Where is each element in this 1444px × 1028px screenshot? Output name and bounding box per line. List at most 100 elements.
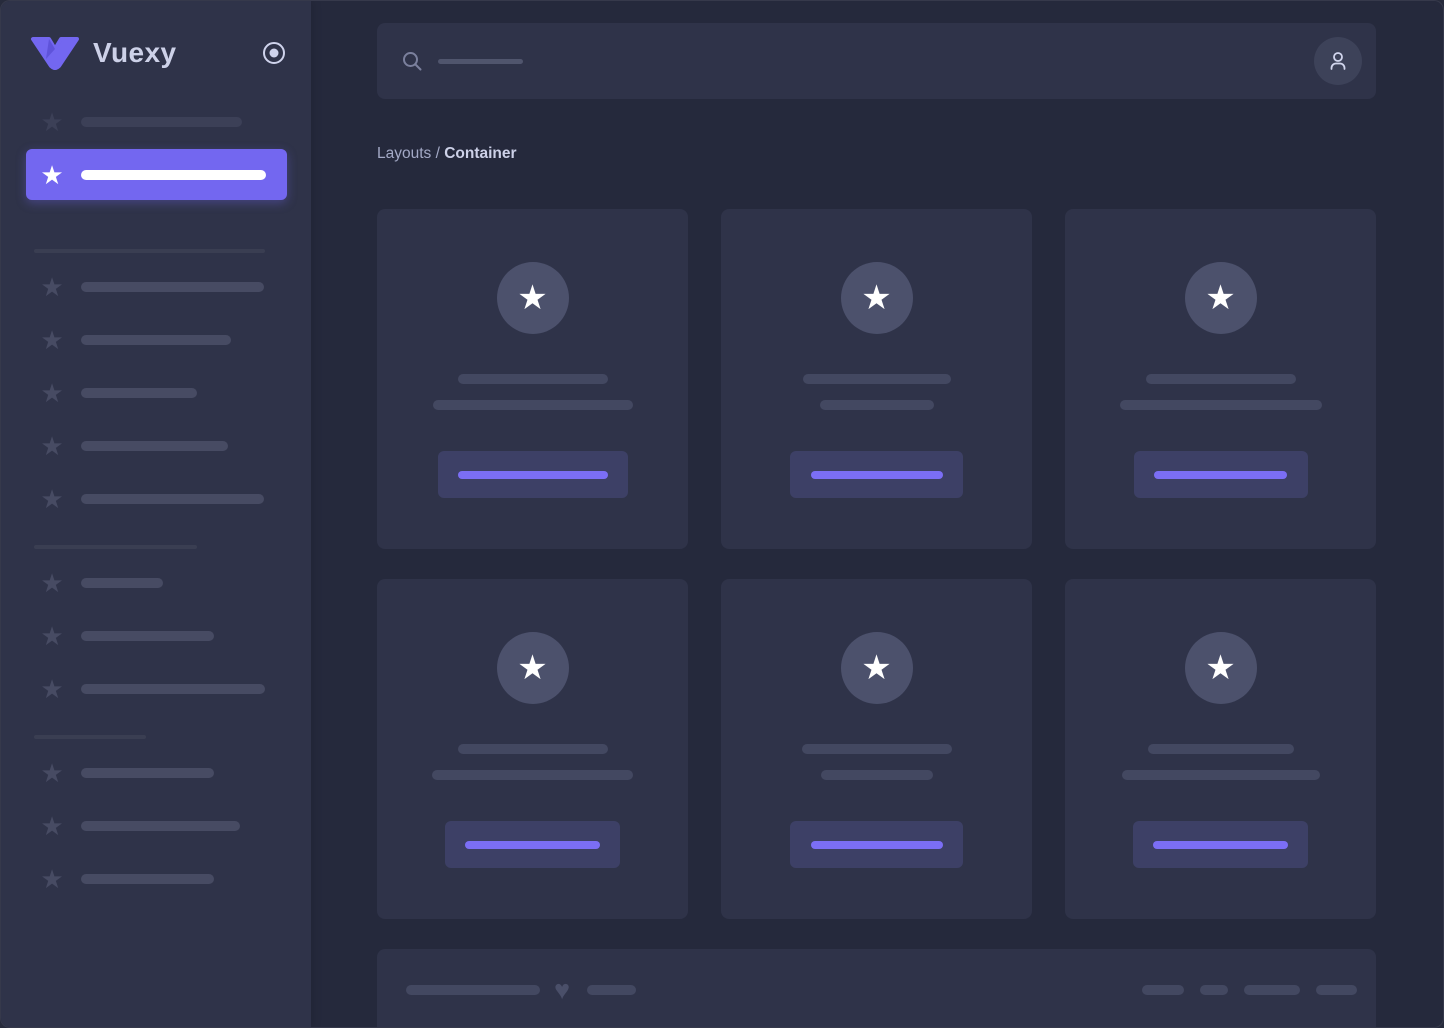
footer-links — [1142, 985, 1357, 995]
breadcrumb: Layouts / Container — [377, 145, 1376, 165]
button-label-skeleton — [465, 840, 600, 849]
feature-card: ★ — [377, 209, 688, 549]
skeleton-text — [81, 388, 197, 398]
person-icon — [1330, 52, 1346, 70]
skeleton-line — [1119, 400, 1322, 410]
skeleton-text — [1142, 985, 1184, 995]
search-placeholder-skeleton — [438, 58, 523, 64]
card-action-button[interactable] — [1133, 451, 1308, 498]
star-icon: ★ — [517, 279, 548, 317]
skeleton-text — [1316, 985, 1357, 995]
feature-card: ★ — [721, 579, 1032, 919]
breadcrumb-parent[interactable]: Layouts — [377, 145, 431, 162]
card-grid: ★ ★ ★ ★ ★ ★ — [377, 209, 1376, 919]
skeleton-text — [81, 631, 214, 641]
star-icon: ★ — [40, 325, 64, 355]
sidebar-nav: ★ ★ ★ ★ ★ ★ ★ ★ ★ ★ ★ ★ ★ — [1, 109, 311, 892]
skeleton-text — [587, 985, 637, 995]
star-icon: ★ — [1205, 279, 1236, 317]
star-icon: ★ — [861, 279, 892, 317]
star-icon: ★ — [40, 159, 64, 190]
heart-icon[interactable]: ♥ — [554, 976, 570, 1004]
card-avatar: ★ — [496, 262, 569, 334]
skeleton-text — [81, 169, 266, 180]
nav-section-label-skeleton — [34, 545, 197, 549]
button-label-skeleton — [1154, 470, 1287, 479]
card-action-button[interactable] — [1133, 821, 1308, 868]
sidebar-item[interactable]: ★ — [1, 570, 311, 596]
skeleton-text — [81, 768, 214, 778]
breadcrumb-current: Container — [444, 145, 517, 162]
card-action-button[interactable] — [790, 821, 963, 868]
skeleton-text — [81, 441, 228, 451]
button-label-skeleton — [810, 840, 943, 849]
sidebar-item[interactable]: ★ — [1, 676, 311, 702]
star-icon: ★ — [40, 621, 64, 651]
sidebar-item[interactable]: ★ — [1, 380, 311, 406]
sidebar-item[interactable]: ★ — [1, 760, 311, 786]
sidebar-item[interactable]: ★ — [1, 486, 311, 512]
skeleton-text — [81, 684, 265, 694]
star-icon: ★ — [40, 431, 64, 461]
radio-circle-icon[interactable] — [261, 40, 287, 66]
card-avatar: ★ — [1184, 262, 1257, 334]
skeleton-line — [457, 374, 608, 384]
feature-card: ★ — [1065, 209, 1376, 549]
search-icon — [403, 52, 422, 71]
logo-row: Vuexy — [29, 31, 287, 75]
button-label-skeleton — [1153, 840, 1288, 849]
feature-card: ★ — [1065, 579, 1376, 919]
sidebar: Vuexy ★ ★ ★ ★ ★ ★ ★ ★ ★ ★ ★ ★ ★ — [1, 1, 311, 1027]
star-icon: ★ — [1205, 649, 1236, 687]
skeleton-text — [1200, 985, 1228, 995]
skeleton-text — [81, 335, 231, 345]
search-bar[interactable] — [377, 23, 1376, 99]
star-icon: ★ — [40, 811, 64, 841]
feature-card: ★ — [377, 579, 688, 919]
card-avatar: ★ — [840, 632, 913, 704]
skeleton-line — [801, 744, 952, 754]
sidebar-item[interactable]: ★ — [1, 274, 311, 300]
skeleton-line — [819, 400, 934, 410]
sidebar-item[interactable]: ★ — [1, 327, 311, 353]
card-avatar: ★ — [1184, 632, 1257, 704]
sidebar-item[interactable]: ★ — [1, 109, 311, 135]
sidebar-item[interactable]: ★ — [1, 433, 311, 459]
card-action-button[interactable] — [445, 821, 620, 868]
bottom-card: ♥ — [377, 949, 1376, 1027]
skeleton-line — [802, 374, 951, 384]
feature-card: ★ — [721, 209, 1032, 549]
skeleton-text — [406, 985, 540, 995]
main-content: Layouts / Container ★ ★ ★ ★ ★ ★ ♥ — [311, 1, 1443, 1027]
nav-section-label-skeleton — [34, 249, 265, 253]
skeleton-line — [820, 770, 933, 780]
card-avatar: ★ — [840, 262, 913, 334]
star-icon: ★ — [40, 378, 64, 408]
star-icon: ★ — [40, 568, 64, 598]
card-action-button[interactable] — [790, 451, 963, 498]
app-window: Vuexy ★ ★ ★ ★ ★ ★ ★ ★ ★ ★ ★ ★ ★ Layouts / Contai — [0, 0, 1444, 1028]
card-action-button[interactable] — [437, 451, 628, 498]
user-avatar-button[interactable] — [1314, 37, 1362, 85]
button-label-skeleton — [810, 470, 943, 479]
star-icon: ★ — [40, 674, 64, 704]
skeleton-line — [432, 400, 633, 410]
star-icon: ★ — [861, 649, 892, 687]
skeleton-line — [1147, 744, 1294, 754]
skeleton-text — [81, 578, 163, 588]
sidebar-item[interactable]: ★ — [1, 623, 311, 649]
vuexy-v-icon — [31, 37, 79, 70]
skeleton-text — [81, 494, 264, 504]
app-logo-text: Vuexy — [93, 37, 177, 68]
nav-section-label-skeleton — [34, 735, 146, 739]
skeleton-text — [81, 117, 242, 127]
sidebar-item[interactable]: ★ — [1, 813, 311, 839]
sidebar-item-active[interactable]: ★ — [26, 149, 287, 200]
star-icon: ★ — [517, 649, 548, 687]
sidebar-item[interactable]: ★ — [1, 866, 311, 892]
skeleton-text — [81, 282, 264, 292]
skeleton-line — [457, 744, 608, 754]
skeleton-line — [1145, 374, 1296, 384]
skeleton-line — [1121, 770, 1320, 780]
star-icon: ★ — [40, 272, 64, 302]
